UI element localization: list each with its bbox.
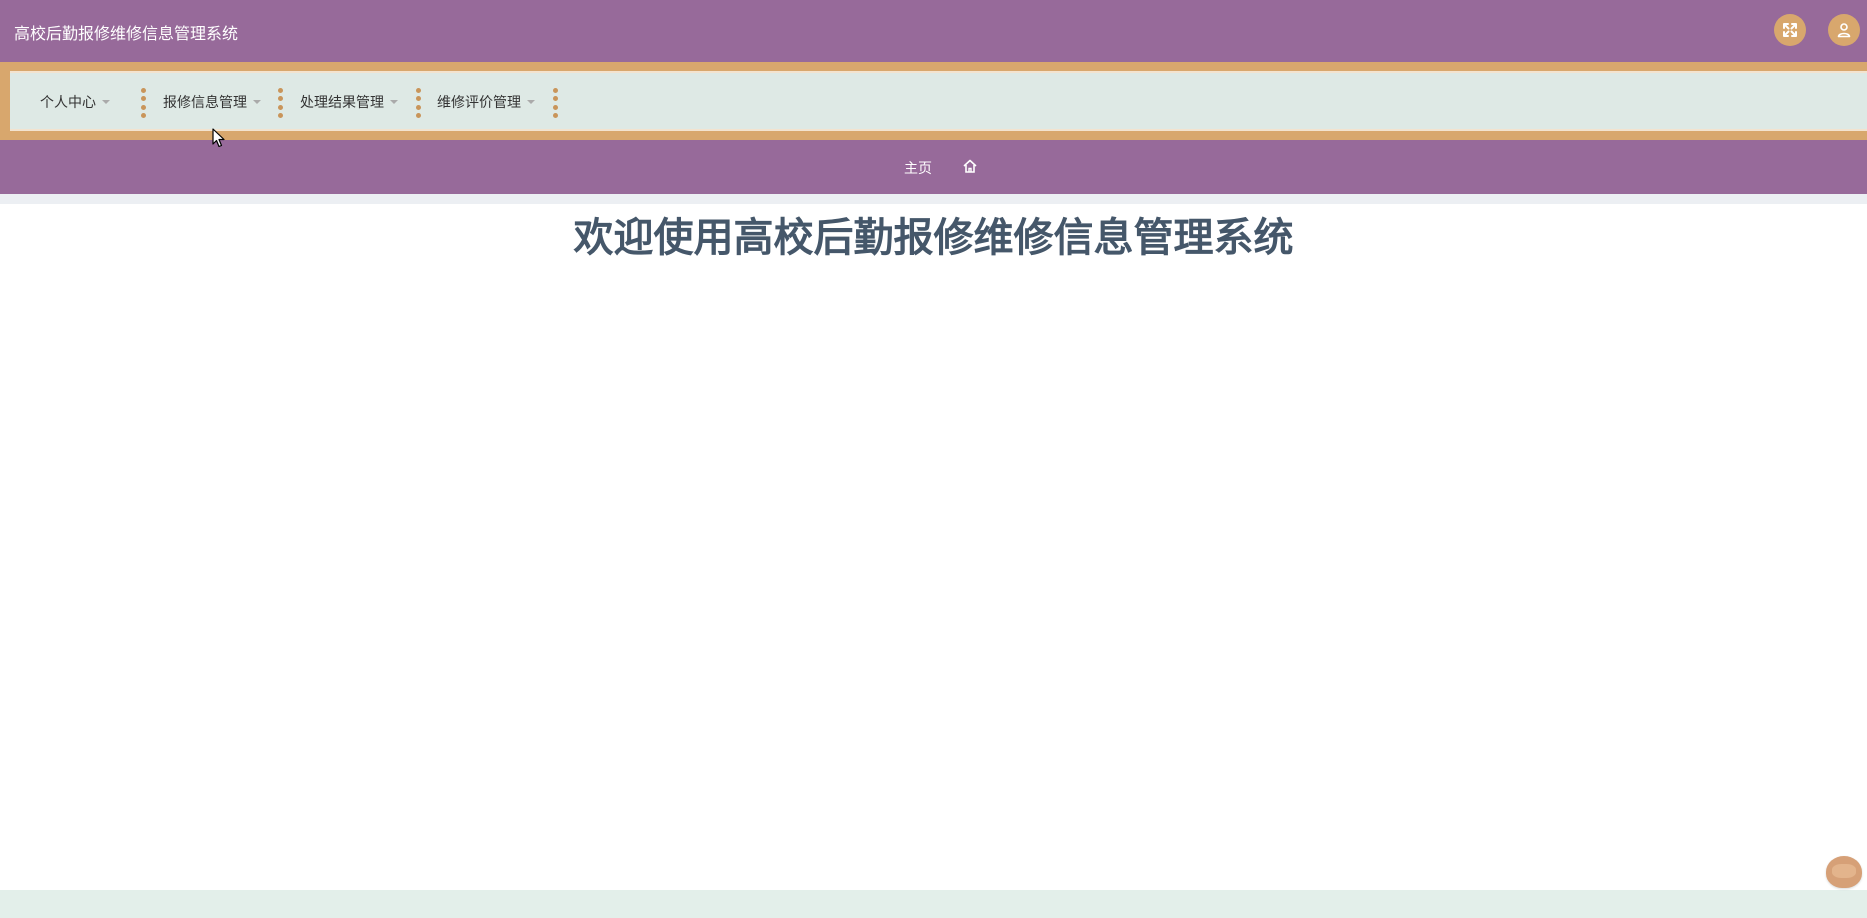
breadcrumb-home-link[interactable]: 主页 <box>904 158 932 178</box>
user-button[interactable] <box>1828 14 1860 46</box>
menu-item-label: 报修信息管理 <box>163 95 247 111</box>
top-header: 高校后勤报修维修信息管理系统 <box>0 0 1867 62</box>
menu-separator <box>553 88 558 118</box>
welcome-heading: 欢迎使用高校后勤报修维修信息管理系统 <box>573 215 1294 261</box>
menu-item-label: 个人中心 <box>40 95 96 111</box>
main-menu: 个人中心 报修信息管理 处理结果管理 维修评价管理 <box>10 71 1867 131</box>
main-menu-bar: 个人中心 报修信息管理 处理结果管理 维修评价管理 <box>0 62 1867 140</box>
app-page: 高校后勤报修维修信息管理系统 个人中心 报修信息管理 处理结果管理 维修评价管理… <box>0 0 1867 918</box>
floating-helper-icon[interactable] <box>1826 856 1862 888</box>
caret-down-icon <box>527 100 535 104</box>
caret-down-icon <box>390 100 398 104</box>
caret-down-icon <box>102 100 110 104</box>
menu-item-label: 处理结果管理 <box>300 95 384 111</box>
page-footer <box>0 890 1867 918</box>
menu-item-label: 维修评价管理 <box>437 95 521 111</box>
breadcrumb: 主页 <box>0 140 1867 194</box>
menu-item-repair-info[interactable]: 报修信息管理 <box>163 91 261 113</box>
fullscreen-button[interactable] <box>1774 14 1806 46</box>
menu-separator <box>416 88 421 118</box>
breadcrumb-divider <box>0 194 1867 204</box>
user-icon <box>1837 23 1851 38</box>
menu-separator <box>141 88 146 118</box>
fullscreen-icon <box>1783 23 1797 37</box>
menu-item-processing-results[interactable]: 处理结果管理 <box>300 91 398 113</box>
app-title: 高校后勤报修维修信息管理系统 <box>14 24 239 43</box>
menu-item-repair-evaluation[interactable]: 维修评价管理 <box>437 91 535 113</box>
menu-item-personal-center[interactable]: 个人中心 <box>40 91 110 113</box>
menu-separator <box>278 88 283 118</box>
caret-down-icon <box>253 100 261 104</box>
home-icon[interactable] <box>962 158 978 174</box>
